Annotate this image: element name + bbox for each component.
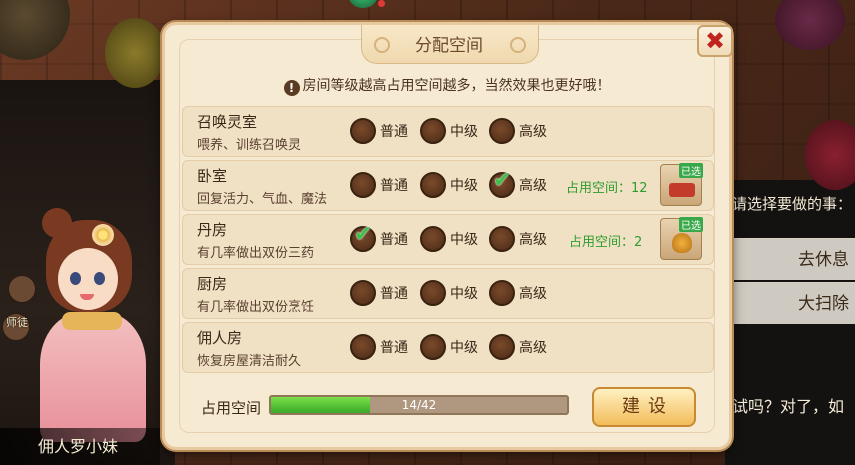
radio-button[interactable] [489,334,515,360]
notification-dot [378,0,385,7]
furniture-decoration [775,0,845,50]
dialog-prompt: 请选择要做的事： [732,195,853,213]
progress-label: 占用空间 [201,399,262,417]
radio-button[interactable] [420,280,446,306]
room-description: 喂养、训练召唤灵 [197,138,302,153]
room-row: 卧室回复活力、气血、魔法 普通 中级 ✔ 高级 占用空间：12 已选 [182,160,714,211]
level-label: 普通 [380,124,408,140]
allocate-space-panel: 分配空间 ✖ ! 房间等级越高占用空间越多，当然效果也更好哦！ 召唤灵室喂养、训练… [162,22,733,450]
room-description: 恢复房屋清洁耐久 [197,354,302,369]
room-row: 佣人房恢复房屋清洁耐久 普通 中级 高级 [182,322,714,373]
level-label: 高级 [519,340,547,356]
room-list: 召唤灵室 喂养、训练召唤灵 普通 中级 高级 卧室 回复活力、气血、魔法 普通 中级 ✔ 高级 占用空… [182,106,714,376]
exclamation-icon: ! [283,80,300,96]
selected-tag: 已选 [679,217,703,232]
room-name: 卧室 [197,167,228,185]
level-option-mid[interactable]: 中级 [420,226,478,252]
npc-portrait [18,200,168,442]
radio-button[interactable] [489,226,515,252]
space-progress-bar: 14/42 [269,395,569,415]
radio-button[interactable] [420,172,446,198]
level-label: 高级 [519,178,547,194]
bed-icon[interactable]: 已选 [660,163,703,206]
room-description: 回复活力、气血、魔法 [197,192,328,207]
occupied-space-text: 占用空间：2 [569,235,643,250]
dialog-text: 试吗？对了，如 [732,397,845,416]
room-row: 厨房有几率做出双份烹饪 普通 中级 高级 [182,268,714,319]
hair-flower-icon [92,224,114,246]
room-row: 丹房有几率做出双份三药 ✔ 普通 中级 高级 占用空间：2 已选 [182,214,714,265]
radio-button[interactable] [350,334,376,360]
level-option-high[interactable]: 高级 [489,226,547,252]
room-name: 召唤灵室 [197,113,258,131]
room-name: 厨房 [197,275,228,293]
radio-button[interactable] [489,280,515,306]
level-label: 普通 [380,232,408,248]
level-label: 中级 [450,124,478,140]
level-label: 普通 [380,286,408,302]
radio-button[interactable] [350,280,376,306]
level-option-mid[interactable]: 中级 [420,334,478,360]
room-row: 召唤灵室喂养、训练召唤灵 普通 中级 高级 [182,106,714,157]
panel-title: 分配空间 [415,36,483,56]
level-label: 高级 [519,286,547,302]
level-option-high[interactable]: 高级 [489,280,547,306]
build-button[interactable]: 建设 [592,387,696,427]
level-option-normal[interactable]: ✔ 普通 [350,222,408,252]
dialog-choice-clean[interactable]: 大扫除 [734,282,855,324]
cauldron-shape [672,233,692,253]
checkmark-icon: ✔ [493,168,512,193]
level-option-mid[interactable]: 中级 [420,280,478,306]
radio-button[interactable] [350,172,376,198]
checkmark-icon: ✔ [354,222,373,247]
radio-button[interactable] [420,226,446,252]
level-option-mid[interactable]: 中级 [420,172,478,198]
room-description: 有几率做出双份三药 [197,246,315,261]
level-label: 中级 [450,340,478,356]
level-option-normal[interactable]: 普通 [350,172,408,198]
progress-text: 14/42 [401,398,437,412]
notice: ! 房间等级越高占用空间越多，当然效果也更好哦！ [165,75,729,96]
level-option-normal[interactable]: 普通 [350,118,408,144]
selected-tag: 已选 [679,163,703,178]
level-label: 高级 [519,232,547,248]
level-option-normal[interactable]: 普通 [350,334,408,360]
level-option-high[interactable]: 高级 [489,334,547,360]
cauldron-icon[interactable]: 已选 [660,217,703,260]
npc-name-plate: 佣人罗小妹 [0,428,160,465]
plant-decoration [105,18,165,88]
close-button[interactable]: ✖ [697,25,733,57]
dialog-choice-rest[interactable]: 去休息 [734,238,855,280]
close-icon: ✖ [704,27,726,55]
radio-button[interactable] [420,334,446,360]
room-name: 丹房 [197,221,228,239]
level-option-high[interactable]: ✔ 高级 [489,168,547,198]
level-label: 中级 [450,232,478,248]
radio-button[interactable]: ✔ [489,168,515,198]
room-description: 有几率做出双份烹饪 [197,300,315,315]
level-label: 普通 [380,178,408,194]
level-label: 高级 [519,124,547,140]
notice-text: 房间等级越高占用空间越多，当然效果也更好哦！ [302,78,611,94]
radio-button[interactable] [350,118,376,144]
bed-shape [669,183,695,197]
level-label: 中级 [450,178,478,194]
room-name: 佣人房 [197,329,243,347]
occupied-space-text: 占用空间：12 [566,181,648,196]
radio-button[interactable] [420,118,446,144]
plant-decoration [0,0,70,60]
radio-button[interactable] [489,118,515,144]
level-option-normal[interactable]: 普通 [350,280,408,306]
level-label: 普通 [380,340,408,356]
level-option-high[interactable]: 高级 [489,118,547,144]
level-label: 中级 [450,286,478,302]
level-option-mid[interactable]: 中级 [420,118,478,144]
radio-button[interactable]: ✔ [350,222,376,252]
